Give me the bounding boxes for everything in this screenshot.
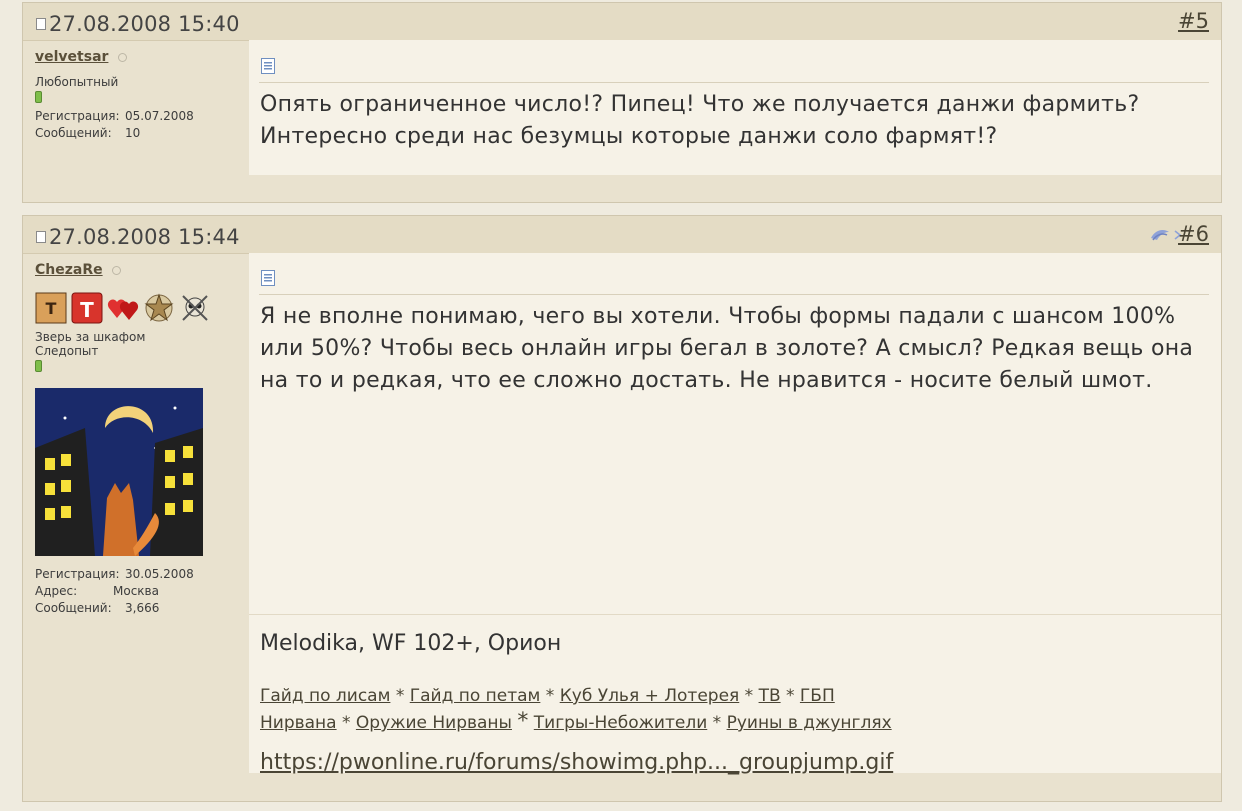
reputation-icon <box>35 360 42 372</box>
separator: * <box>545 686 555 706</box>
offline-status-icon <box>118 53 128 62</box>
signature-links-row: Гайд по лисам * Гайд по петам * Куб Улья… <box>260 683 892 709</box>
signature-link[interactable]: Куб Улья + Лотерея <box>560 686 740 706</box>
post-header: 27.08.2008 15:44 #6 <box>23 216 1221 254</box>
tester-badge-icon: T <box>35 292 67 324</box>
stat-label: Сообщений: <box>35 601 112 615</box>
signature-url-link[interactable]: https://pwonline.ru/forums/showimg.php..… <box>260 750 893 775</box>
content-divider <box>259 82 1209 83</box>
badge-row: T T <box>35 290 235 324</box>
content-divider <box>259 294 1209 295</box>
stat-value: 3,666 <box>125 601 160 615</box>
post-date-text: 27.08.2008 15:40 <box>49 12 240 36</box>
skull-badge-icon <box>182 295 208 321</box>
signature-link[interactable]: ТВ <box>759 686 781 706</box>
post-6: 27.08.2008 15:44 #6 ChezaRe T T Зверь за… <box>22 215 1222 802</box>
post-message: Опять ограниченное число!? Пипец! Что же… <box>260 92 1140 149</box>
signature-link[interactable]: Руины в джунглях <box>727 713 892 733</box>
user-stat: Регистрация: 30.05.2008 <box>35 567 235 581</box>
post-content: Я не вполне понимаю, чего вы хотели. Что… <box>249 253 1221 775</box>
stat-label: Регистрация: <box>35 109 120 123</box>
separator: * <box>712 713 722 733</box>
signature-divider <box>249 614 1221 615</box>
signature-links: Гайд по лисам * Гайд по петам * Куб Улья… <box>260 683 892 736</box>
post-content: Опять ограниченное число!? Пипец! Что же… <box>249 40 1221 175</box>
user-title: Любопытный <box>35 75 119 89</box>
stat-label: Сообщений: <box>35 126 112 140</box>
separator: * <box>786 686 795 706</box>
signature-text: Melodika, WF 102+, Орион <box>260 631 562 656</box>
signature-link[interactable]: Тигры-Небожители <box>534 713 707 733</box>
post-number-link[interactable]: #6 <box>1178 222 1209 246</box>
separator: * <box>342 713 351 733</box>
post-message: Я не вполне понимаю, чего вы хотели. Что… <box>260 304 1194 393</box>
signature-link[interactable]: Гайд по лисам <box>260 686 390 706</box>
signature-link[interactable]: Оружие Нирваны <box>356 713 512 733</box>
stat-value: 05.07.2008 <box>125 109 194 123</box>
stat-label: Регистрация: <box>35 567 120 581</box>
star-badge-icon <box>144 293 174 322</box>
username-link[interactable]: velvetsar <box>35 49 108 65</box>
separator: * <box>517 709 529 734</box>
signature-link[interactable]: Гайд по петам <box>410 686 541 706</box>
separator: * <box>744 686 754 706</box>
post-date: 27.08.2008 15:40 <box>36 12 240 36</box>
stat-label: Адрес: <box>35 584 78 598</box>
stat-value: 30.05.2008 <box>125 567 194 581</box>
user-info: velvetsar Любопытный Регистрация: 05.07.… <box>35 49 235 143</box>
document-icon <box>261 58 275 74</box>
reputation-icon <box>35 91 42 103</box>
signature-link[interactable]: ГБП <box>800 686 835 706</box>
separator: * <box>395 686 405 706</box>
post-date: 27.08.2008 15:44 <box>36 225 240 249</box>
user-stat: Регистрация: 05.07.2008 <box>35 109 235 123</box>
stat-value: Москва <box>113 584 159 598</box>
offline-status-icon <box>112 266 122 275</box>
post-header: 27.08.2008 15:40 #5 <box>23 3 1221 41</box>
user-stat: Сообщений: 10 <box>35 126 235 140</box>
post-number-link[interactable]: #5 <box>1178 9 1209 33</box>
signature-links-row: Нирвана * Оружие Нирваны * Тигры-Небожит… <box>260 709 892 736</box>
post-date-text: 27.08.2008 15:44 <box>49 225 240 249</box>
document-icon <box>261 270 275 286</box>
tester-badge-icon: T <box>71 292 103 324</box>
user-stat: Адрес: Москва <box>35 584 235 598</box>
svg-text:T: T <box>80 298 94 322</box>
stat-value: 10 <box>125 126 141 140</box>
user-stat: Сообщений: 3,666 <box>35 601 235 615</box>
username-link[interactable]: ChezaRe <box>35 262 103 278</box>
user-info: ChezaRe T T Зверь за шкафом Следопыт Рег… <box>35 262 235 618</box>
post-5: 27.08.2008 15:40 #5 velvetsar Любопытный… <box>22 2 1222 203</box>
user-title: Зверь за шкафом <box>35 330 146 344</box>
user-rank: Следопыт <box>35 344 99 358</box>
svg-text:T: T <box>46 299 57 318</box>
post-status-icon <box>36 18 46 30</box>
signature-link[interactable]: Нирвана <box>260 713 337 733</box>
avatar <box>35 388 203 556</box>
hearts-badge-icon <box>107 299 139 320</box>
post-status-icon <box>36 231 46 243</box>
